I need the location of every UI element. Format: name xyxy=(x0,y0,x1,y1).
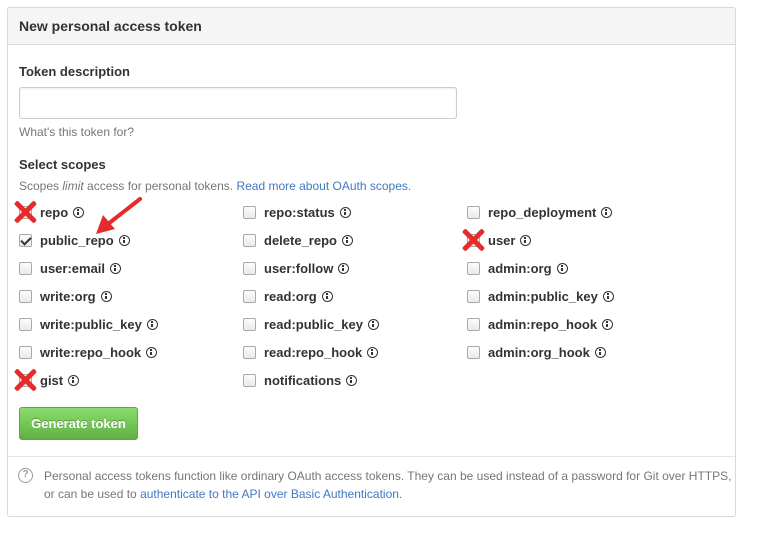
basic-auth-link[interactable]: authenticate to the API over Basic Authe… xyxy=(140,487,399,501)
scope-read-public-key[interactable]: read:public_key xyxy=(243,315,379,333)
footer-end: . xyxy=(398,487,403,501)
scope-write-org[interactable]: write:org xyxy=(19,287,112,305)
info-icon[interactable] xyxy=(594,346,606,358)
new-token-panel: New personal access token Token descript… xyxy=(7,7,736,517)
info-icon[interactable] xyxy=(346,374,358,386)
scope-label: user:email xyxy=(40,260,106,276)
scope-label: repo_deployment xyxy=(488,204,597,220)
scope-admin-repo-hook[interactable]: admin:repo_hook xyxy=(467,315,614,333)
scope-checkbox[interactable] xyxy=(467,261,480,275)
scope-checkbox[interactable] xyxy=(467,345,480,359)
scope-label: notifications xyxy=(264,372,342,388)
info-icon[interactable] xyxy=(339,206,351,218)
scope-label: read:repo_hook xyxy=(264,344,363,360)
scope-checkbox[interactable] xyxy=(243,205,256,219)
oauth-scopes-link[interactable]: Read more about OAuth scopes xyxy=(236,179,407,193)
info-icon[interactable] xyxy=(368,318,379,330)
red-x-mark-repo xyxy=(12,199,38,225)
scopes-note-end: . xyxy=(407,179,412,193)
scope-repo-deployment[interactable]: repo_deployment xyxy=(467,203,613,221)
scope-user-email[interactable]: user:email xyxy=(19,259,122,277)
scope-label: delete_repo xyxy=(264,232,337,248)
scope-write-repo-hook[interactable]: write:repo_hook xyxy=(19,343,158,361)
scope-write-public-key[interactable]: write:public_key xyxy=(19,315,158,333)
panel-title: New personal access token xyxy=(8,8,735,45)
scope-checkbox[interactable] xyxy=(243,261,256,275)
scope-label: user xyxy=(488,232,516,248)
scope-label: read:org xyxy=(264,288,317,304)
scope-label: write:repo_hook xyxy=(40,344,142,360)
scope-notifications[interactable]: notifications xyxy=(243,371,358,389)
scope-checkbox[interactable] xyxy=(243,373,256,387)
info-icon[interactable] xyxy=(73,206,85,218)
info-icon[interactable] xyxy=(367,346,379,358)
scope-checkbox[interactable] xyxy=(19,261,32,275)
scope-label: user:follow xyxy=(264,260,334,276)
token-description-help: What's this token for? xyxy=(19,125,135,139)
scope-user-follow[interactable]: user:follow xyxy=(243,259,350,277)
info-icon[interactable] xyxy=(556,262,568,274)
scope-label: repo:status xyxy=(264,204,335,220)
scope-admin-org[interactable]: admin:org xyxy=(467,259,568,277)
info-icon[interactable] xyxy=(146,346,158,358)
scope-checkbox[interactable] xyxy=(243,233,256,247)
scope-label: admin:public_key xyxy=(488,288,598,304)
scope-checkbox[interactable] xyxy=(467,205,480,219)
info-icon[interactable] xyxy=(338,262,350,274)
scopes-note-emphasis: limit xyxy=(62,179,84,193)
scope-label: write:org xyxy=(40,288,96,304)
select-scopes-heading: Select scopes xyxy=(19,157,106,172)
info-icon[interactable] xyxy=(520,234,532,246)
info-icon[interactable] xyxy=(146,318,158,330)
scope-label: admin:org_hook xyxy=(488,344,590,360)
red-arrow-icon xyxy=(96,197,142,234)
info-icon[interactable] xyxy=(100,290,112,302)
scope-checkbox[interactable] xyxy=(467,317,480,331)
scopes-note: Scopes limit access for personal tokens.… xyxy=(19,179,411,193)
scope-checkbox[interactable] xyxy=(467,289,480,303)
red-x-mark-user xyxy=(460,227,486,253)
info-icon[interactable] xyxy=(110,262,122,274)
scope-label: admin:org xyxy=(488,260,552,276)
scope-checkbox[interactable] xyxy=(243,345,256,359)
scope-repo-status[interactable]: repo:status xyxy=(243,203,351,221)
info-icon[interactable] xyxy=(68,374,80,386)
info-icon[interactable] xyxy=(601,206,613,218)
token-description-input[interactable] xyxy=(19,87,457,119)
scope-label: admin:repo_hook xyxy=(488,316,598,332)
scope-admin-org-hook[interactable]: admin:org_hook xyxy=(467,343,606,361)
scope-delete-repo[interactable]: delete_repo xyxy=(243,231,353,249)
scope-checkbox[interactable] xyxy=(19,317,32,331)
divider xyxy=(8,456,735,457)
scope-label: write:public_key xyxy=(40,316,142,332)
scope-label: repo xyxy=(40,204,69,220)
info-icon[interactable] xyxy=(602,318,614,330)
token-description-label: Token description xyxy=(19,64,130,79)
info-icon[interactable] xyxy=(602,290,614,302)
question-circle-icon: ? xyxy=(18,468,33,483)
scope-label: read:public_key xyxy=(264,316,363,332)
scope-checkbox[interactable] xyxy=(243,317,256,331)
footer-note: Personal access tokens function like ord… xyxy=(44,467,734,503)
generate-token-button[interactable]: Generate token xyxy=(19,407,138,440)
scope-read-org[interactable]: read:org xyxy=(243,287,333,305)
scope-read-repo-hook[interactable]: read:repo_hook xyxy=(243,343,379,361)
info-icon[interactable] xyxy=(321,290,333,302)
scope-checkbox-checked[interactable] xyxy=(19,233,32,247)
scope-label: gist xyxy=(40,372,64,388)
scope-admin-public-key[interactable]: admin:public_key xyxy=(467,287,614,305)
info-icon[interactable] xyxy=(341,234,353,246)
scope-checkbox[interactable] xyxy=(19,345,32,359)
scope-checkbox[interactable] xyxy=(19,289,32,303)
red-x-mark-gist xyxy=(12,367,38,393)
scopes-note-text: Scopes xyxy=(19,179,63,193)
scopes-note-text-2: access for personal tokens. xyxy=(83,179,237,193)
scope-checkbox[interactable] xyxy=(243,289,256,303)
